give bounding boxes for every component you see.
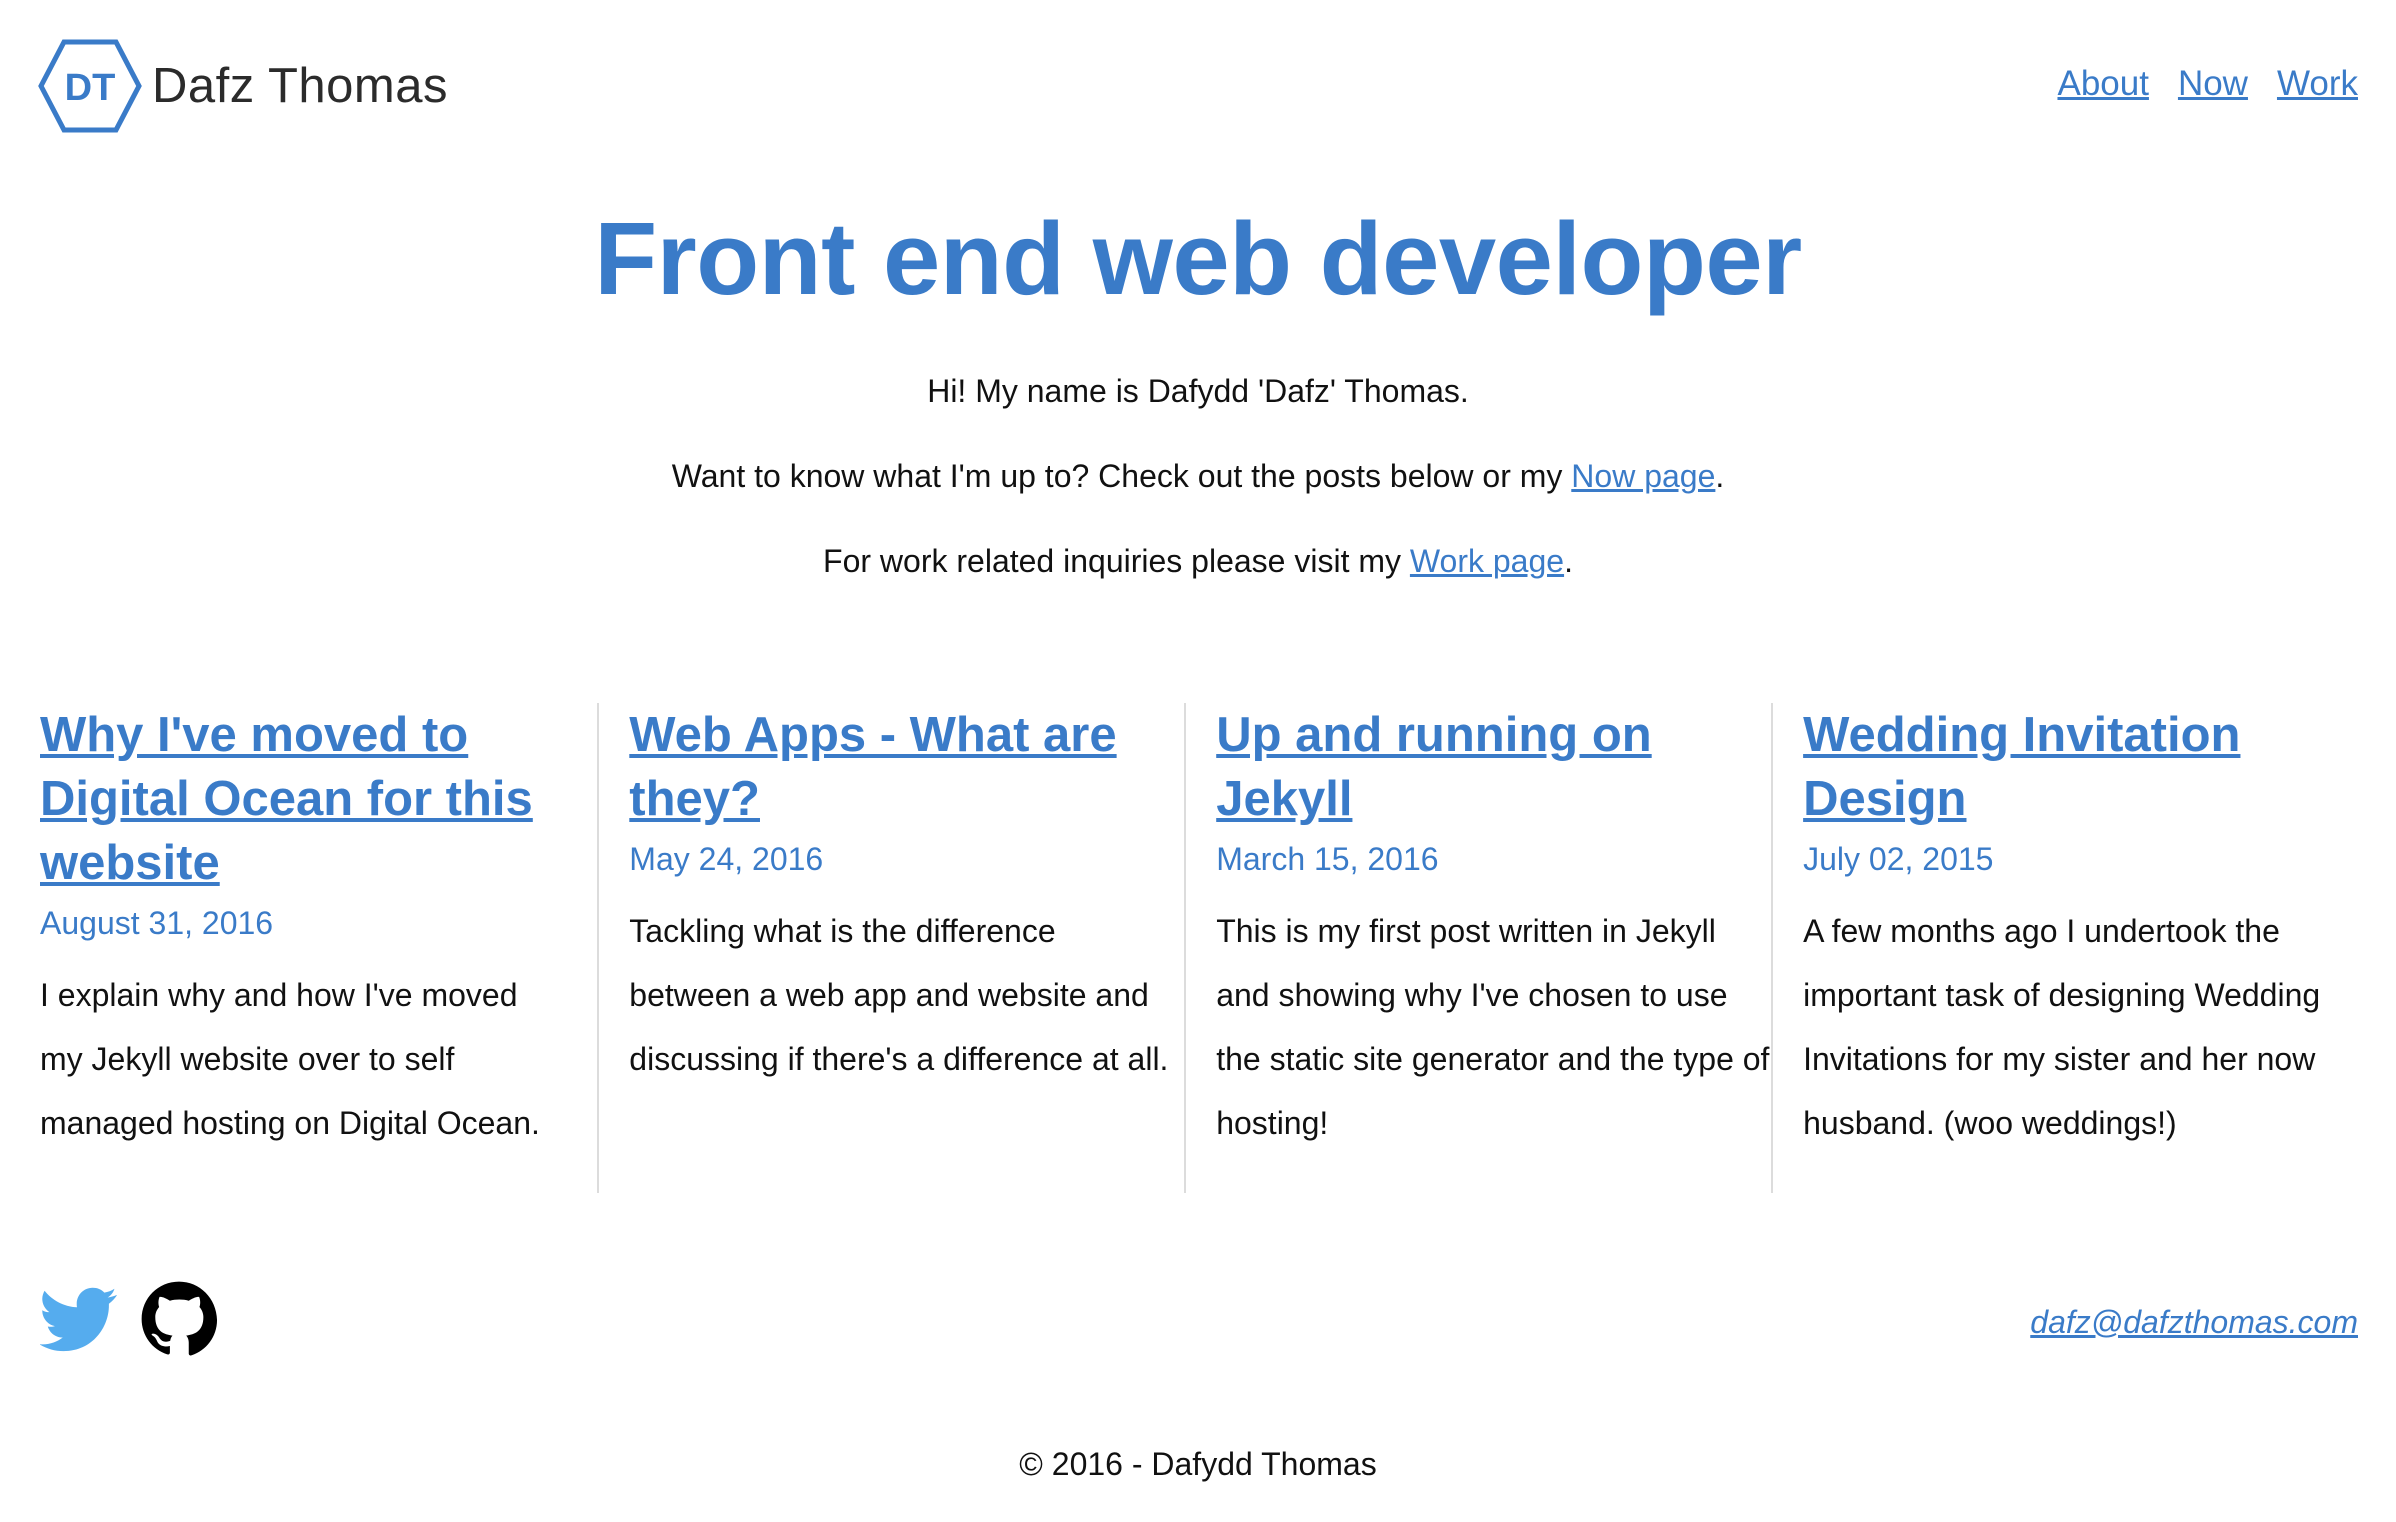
post-title-link[interactable]: Wedding Invitation Design — [1803, 703, 2358, 831]
post-title-link[interactable]: Why I've moved to Digital Ocean for this… — [40, 703, 567, 895]
post-excerpt: I explain why and how I've moved my Jeky… — [40, 977, 540, 1141]
hero-title: Front end web developer — [594, 201, 1802, 316]
post-excerpt: Tackling what is the difference between … — [629, 913, 1169, 1077]
now-page-link[interactable]: Now page — [1571, 458, 1715, 494]
nav-about-link[interactable]: About — [2057, 64, 2148, 104]
email-link[interactable]: dafz@dafzthomas.com — [2030, 1304, 2358, 1341]
work-page-link[interactable]: Work page — [1410, 543, 1564, 579]
post-list: Why I've moved to Digital Ocean for this… — [40, 703, 2358, 1193]
post-card: Why I've moved to Digital Ocean for this… — [40, 703, 597, 1193]
nav-work-link[interactable]: Work — [2277, 64, 2358, 104]
copyright: © 2016 - Dafydd Thomas — [1019, 1446, 1377, 1482]
page: DT Dafz Thomas About Now Work Front end … — [0, 0, 2396, 1522]
post-excerpt: A few months ago I undertook the importa… — [1803, 913, 2321, 1141]
post-date: August 31, 2016 — [40, 905, 274, 941]
intro-line-now: Want to know what I'm up to? Check out t… — [0, 460, 2396, 492]
site-header: DT Dafz Thomas About Now Work — [38, 36, 2358, 136]
logo-hexagon-icon[interactable]: DT — [38, 38, 142, 134]
nav-now-link[interactable]: Now — [2178, 64, 2248, 104]
post-card: Up and running on Jekyll March 15, 2016 … — [1184, 703, 1771, 1193]
post-title-link[interactable]: Up and running on Jekyll — [1216, 703, 1771, 831]
post-date: March 15, 2016 — [1216, 841, 1439, 877]
intro-line-name: Hi! My name is Dafydd 'Dafz' Thomas. — [927, 373, 1469, 409]
brand-name[interactable]: Dafz Thomas — [152, 58, 448, 114]
post-date: July 02, 2015 — [1803, 841, 1994, 877]
post-title-link[interactable]: Web Apps - What are they? — [629, 703, 1184, 831]
intro-work-period: . — [1564, 543, 1573, 579]
main-nav: About Now Work — [2057, 64, 2358, 104]
post-card: Web Apps - What are they? May 24, 2016 T… — [597, 703, 1184, 1193]
intro-now-text: Want to know what I'm up to? Check out t… — [671, 458, 1572, 494]
github-icon[interactable] — [140, 1280, 218, 1358]
twitter-icon[interactable] — [40, 1280, 118, 1358]
intro-line-work: For work related inquiries please visit … — [0, 545, 2396, 577]
post-excerpt: This is my first post written in Jekyll … — [1216, 913, 1770, 1141]
logo-initials: DT — [65, 67, 116, 109]
intro-text: Hi! My name is Dafydd 'Dafz' Thomas. Wan… — [0, 375, 2396, 630]
post-card: Wedding Invitation Design July 02, 2015 … — [1771, 703, 2358, 1193]
intro-work-text: For work related inquiries please visit … — [823, 543, 1410, 579]
brand[interactable]: DT Dafz Thomas — [38, 36, 448, 136]
intro-now-period: . — [1715, 458, 1725, 494]
post-date: May 24, 2016 — [629, 841, 824, 877]
social-links — [40, 1280, 218, 1358]
